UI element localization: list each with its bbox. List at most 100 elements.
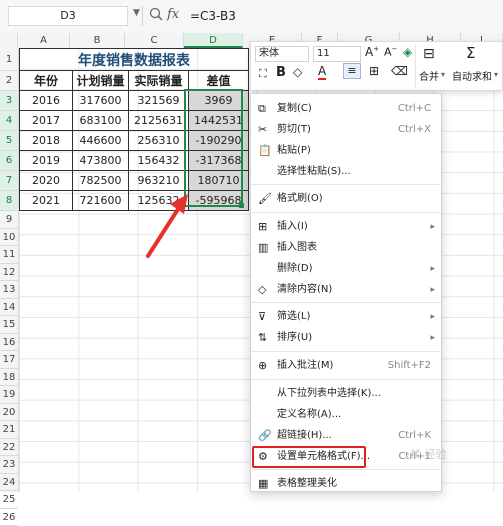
font-name-select[interactable]: 宋体 [255,46,309,62]
align-center-icon[interactable]: ≡ [343,63,361,79]
font-size-select[interactable]: 11 [313,46,361,62]
chevron-down-icon[interactable]: ▾ [494,70,498,79]
merge-icon[interactable]: ⊟ [423,46,435,62]
fill-color-icon[interactable]: ◇ [293,65,302,79]
borders-icon[interactable]: ⊞ [369,64,379,78]
row-header-15[interactable]: 15 [0,316,18,334]
menu-item[interactable]: ⊞插入(I)▸ [251,217,441,237]
header-cell[interactable]: 年份 [20,71,73,91]
menu-item[interactable]: ▦表格整理美化 [251,474,441,494]
row-header-6[interactable]: 6 [0,151,18,171]
bold-button[interactable]: B [276,65,286,80]
row-header-17[interactable]: 17 [0,351,18,369]
convert-icon[interactable]: ◈ [403,45,412,59]
menu-item[interactable]: 🔗超链接(H)...Ctrl+K [251,426,441,446]
row-header-7[interactable]: 7 [0,171,18,191]
row-header-4[interactable]: 4 [0,111,18,131]
diff-cell[interactable]: 180710 [189,171,249,191]
header-cell[interactable]: 计划销量 [73,71,129,91]
diff-cell[interactable]: -190290 [189,131,249,151]
row-header-23[interactable]: 23 [0,456,18,474]
data-cell[interactable]: 2017 [20,111,73,131]
menu-item[interactable]: ▥插入图表 [251,238,441,258]
menu-item[interactable]: ⊽筛选(L)▸ [251,307,441,327]
data-cell[interactable]: 156432 [129,151,189,171]
table-row: 2021721600125632-595968 [20,191,249,211]
row-header-21[interactable]: 21 [0,421,18,439]
row-header-11[interactable]: 11 [0,246,18,264]
menu-item[interactable]: 定义名称(A)... [251,405,441,425]
autosum-icon[interactable]: Σ [466,44,475,62]
row-header-13[interactable]: 13 [0,281,18,299]
column-header-a[interactable]: A [18,33,70,48]
diff-cell[interactable]: 3969 [189,91,249,111]
font-color-icon[interactable]: A [318,64,326,80]
data-cell[interactable]: 2016 [20,91,73,111]
menu-item[interactable]: ◇清除内容(N)▸ [251,280,441,300]
menu-item[interactable]: 📋粘贴(P) [251,141,441,161]
row-header-1[interactable]: 1 [0,48,18,71]
data-cell[interactable]: 256310 [129,131,189,151]
font-grow-icon[interactable]: A+ [365,45,379,59]
menu-item[interactable]: ✂剪切(T)Ctrl+X [251,120,441,140]
menu-item-label: 清除内容(N) [277,280,332,300]
chevron-down-icon[interactable]: ▾ [441,70,445,79]
font-shrink-icon[interactable]: A− [384,45,397,59]
row-header-16[interactable]: 16 [0,334,18,352]
fill-handle[interactable] [239,203,244,208]
menu-item[interactable]: 选择性粘贴(S)... [251,162,441,182]
row-header-14[interactable]: 14 [0,299,18,317]
row-header-26[interactable]: 26 [0,509,18,526]
zoom-icon[interactable] [148,6,164,25]
header-cell[interactable]: 实际销量 [129,71,189,91]
data-cell[interactable]: 473800 [73,151,129,171]
row-header-22[interactable]: 22 [0,439,18,457]
table-title[interactable]: 年度销售数据报表 [20,49,249,71]
row-header-12[interactable]: 12 [0,264,18,282]
row-header-25[interactable]: 25 [0,491,18,509]
menu-item[interactable]: ⧉复制(C)Ctrl+C [251,99,441,119]
diff-cell[interactable]: -317368 [189,151,249,171]
header-cell[interactable]: 差值 [189,71,249,91]
data-cell[interactable]: 782500 [73,171,129,191]
menu-item[interactable]: ⇅排序(U)▸ [251,328,441,348]
row-header-3[interactable]: 3 [0,91,18,111]
name-box[interactable]: D3 [8,6,128,26]
chevron-down-icon[interactable]: ▼ [133,8,140,18]
data-cell[interactable]: 446600 [73,131,129,151]
data-cell[interactable]: 321569 [129,91,189,111]
row-header-18[interactable]: 18 [0,369,18,387]
data-cell[interactable]: 683100 [73,111,129,131]
autosum-button[interactable]: 自动求和 [452,68,492,83]
format-painter-icon[interactable]: ⛶ [259,67,267,81]
data-cell[interactable]: 317600 [73,91,129,111]
formula-input[interactable]: =C3-B3 [190,9,236,23]
menu-item[interactable]: ⊕插入批注(M)Shift+F2 [251,356,441,376]
fx-icon[interactable]: fx [167,7,179,22]
row-header-20[interactable]: 20 [0,404,18,422]
menu-item[interactable]: 从下拉列表中选择(K)... [251,384,441,404]
row-header-24[interactable]: 24 [0,474,18,492]
column-header-b[interactable]: B [70,33,125,48]
data-cell[interactable]: 963210 [129,171,189,191]
column-header-c[interactable]: C [125,33,184,48]
data-cell[interactable]: 2019 [20,151,73,171]
merge-button[interactable]: 合并 [419,68,439,83]
row-header-10[interactable]: 10 [0,229,18,247]
data-cell[interactable]: 2021 [20,191,73,211]
data-cell[interactable]: 2018 [20,131,73,151]
column-header-d[interactable]: D [184,33,243,48]
diff-cell[interactable]: 1442531 [189,111,249,131]
row-header-8[interactable]: 8 [0,191,18,211]
row-header-5[interactable]: 5 [0,131,18,151]
row-header-9[interactable]: 9 [0,211,18,229]
data-cell[interactable]: 721600 [73,191,129,211]
row-header-19[interactable]: 19 [0,386,18,404]
data-cell[interactable]: 2125631 [129,111,189,131]
select-all-corner[interactable] [0,33,18,48]
row-header-2[interactable]: 2 [0,71,18,91]
menu-item[interactable]: 删除(D)▸ [251,259,441,279]
data-cell[interactable]: 2020 [20,171,73,191]
clear-icon[interactable]: ⌫ [391,64,408,78]
menu-item[interactable]: 🖌格式刷(O) [251,189,441,209]
